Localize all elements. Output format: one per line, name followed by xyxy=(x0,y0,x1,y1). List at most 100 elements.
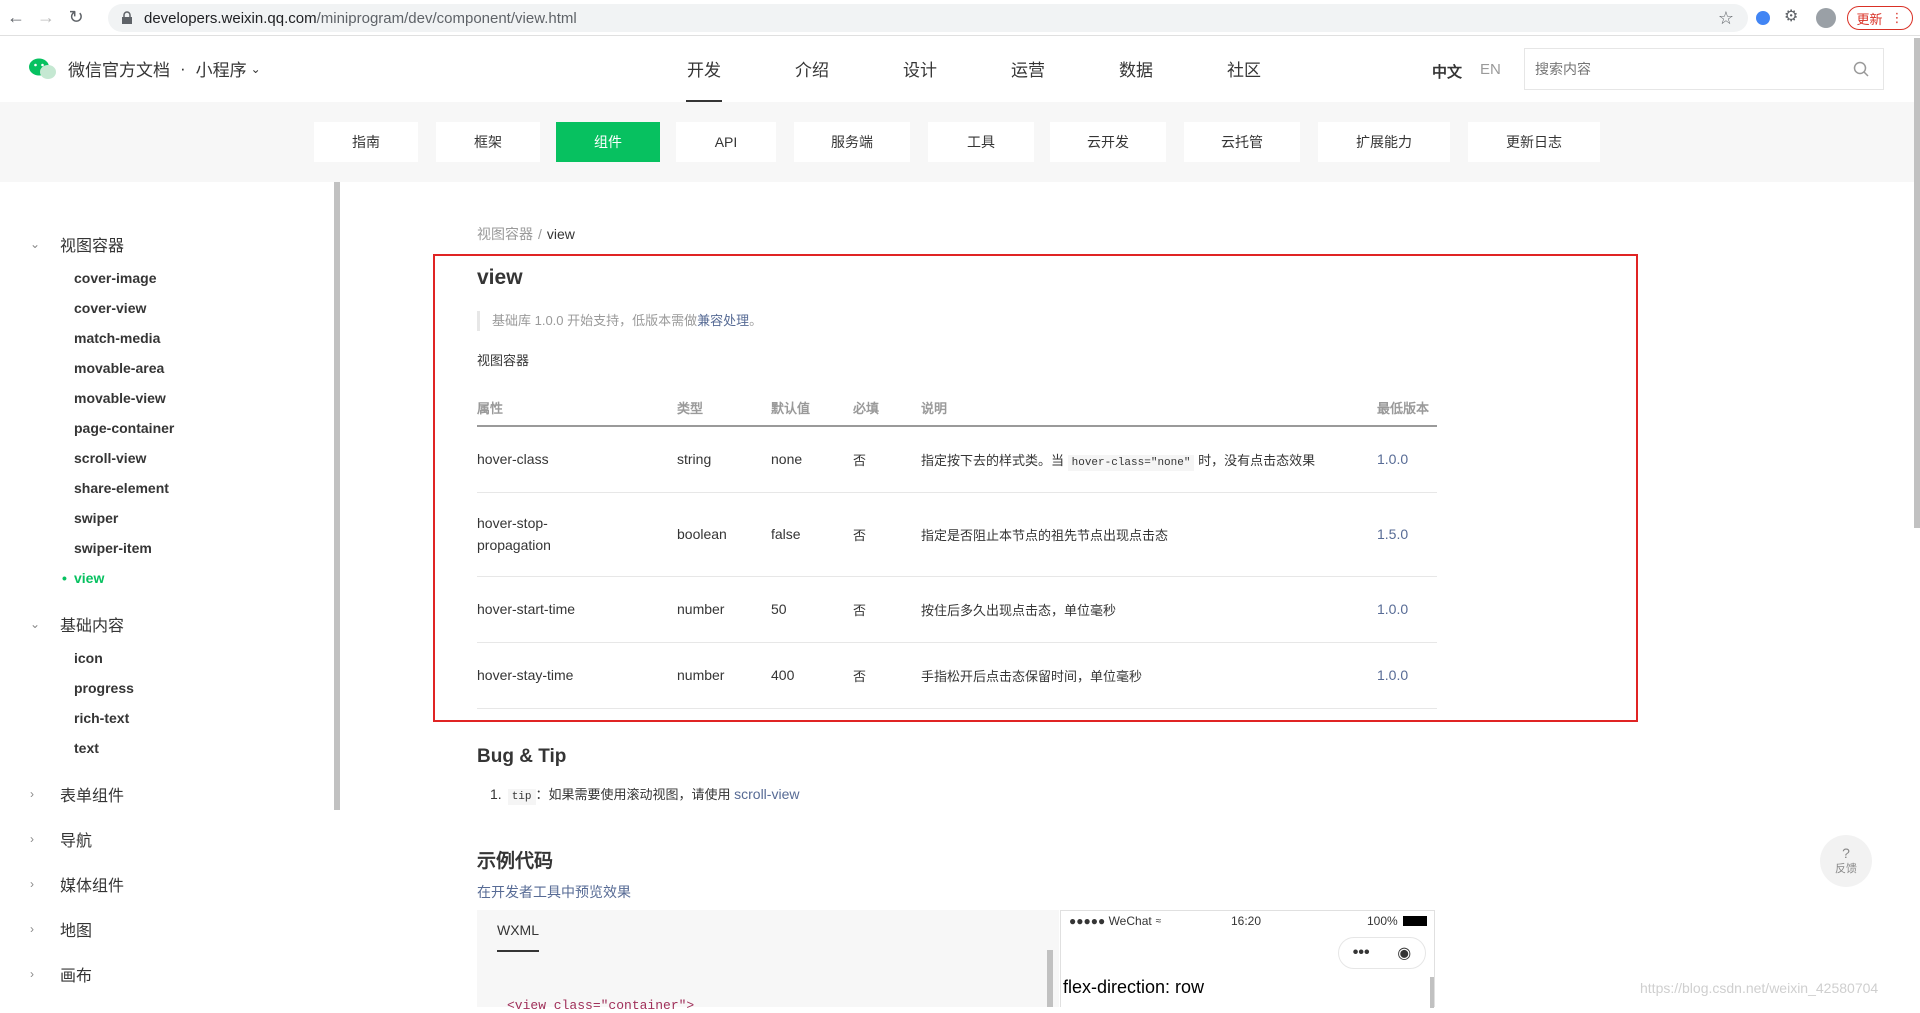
top-nav-community[interactable]: 社区 xyxy=(1190,36,1298,102)
compat-link[interactable]: 兼容处理 xyxy=(697,313,749,328)
column-header: 类型 xyxy=(677,390,771,427)
version-cell: 1.5.0 xyxy=(1377,492,1437,577)
sidebar: ⌄ 视图容器 cover-image cover-view match-media… xyxy=(0,182,340,1007)
search-box xyxy=(1524,48,1884,90)
desc-cell: 指定是否阻止本节点的祖先节点出现点击态 xyxy=(921,492,1377,577)
attr-cell: hover-class xyxy=(477,426,677,493)
lang-en-link[interactable]: EN xyxy=(1480,61,1501,78)
search-icon[interactable] xyxy=(1853,61,1869,77)
sidebar-item-movable-area[interactable]: movable-area xyxy=(74,360,164,376)
sidebar-item-movable-view[interactable]: movable-view xyxy=(74,390,166,406)
column-header: 必填 xyxy=(853,390,921,427)
phone-scrollbar[interactable] xyxy=(1430,977,1434,1008)
section-label: 基础内容 xyxy=(60,618,125,635)
sidebar-item-swiper-item[interactable]: swiper-item xyxy=(74,540,152,556)
section-label: 媒体组件 xyxy=(60,878,125,895)
column-header: 属性 xyxy=(477,390,677,427)
code-scrollbar[interactable] xyxy=(1047,950,1053,1007)
chevron-right-icon: › xyxy=(30,877,34,891)
phone-preview: ●●●●● WeChat ≈ 16:20 100% ••• ◉ flex-dir… xyxy=(1060,910,1435,1008)
bug-tip-heading: Bug & Tip xyxy=(477,746,567,767)
puzzle-extensions-icon[interactable]: ⚙ xyxy=(1784,6,1804,26)
attr-cell: hover-start-time xyxy=(477,576,677,643)
sidebar-item-progress[interactable]: progress xyxy=(74,680,134,696)
sidebar-scrollbar[interactable] xyxy=(334,182,340,810)
forward-arrow-icon[interactable]: → xyxy=(32,4,60,32)
subnav-components[interactable]: 组件 xyxy=(556,122,660,162)
subnav-changelog[interactable]: 更新日志 xyxy=(1468,122,1600,162)
sidebar-item-scroll-view[interactable]: scroll-view xyxy=(74,450,146,466)
breadcrumb-parent[interactable]: 视图容器 xyxy=(477,226,533,242)
section-label: 视图容器 xyxy=(60,238,125,255)
tip-text: ：如果需要使用滚动视图，请使用 xyxy=(535,787,735,802)
sidebar-item-match-media[interactable]: match-media xyxy=(74,330,160,346)
top-nav-design[interactable]: 设计 xyxy=(866,36,974,102)
version-cell: 1.0.0 xyxy=(1377,642,1437,709)
sidebar-item-view[interactable]: view xyxy=(62,570,105,586)
attr-cell: hover-stay-time xyxy=(477,642,677,709)
preview-in-devtools-link[interactable]: 在开发者工具中预览效果 xyxy=(477,882,631,902)
menu-dots-icon: ⋮ xyxy=(1890,10,1904,25)
top-nav-intro[interactable]: 介绍 xyxy=(758,36,866,102)
sidebar-item-text[interactable]: text xyxy=(74,740,99,756)
phone-status-bar: ●●●●● WeChat ≈ 16:20 100% xyxy=(1061,911,1434,931)
sidebar-item-share-element[interactable]: share-element xyxy=(74,480,169,496)
wechat-logo-icon xyxy=(29,58,56,79)
sidebar-section-map[interactable]: › 地图 xyxy=(30,917,92,941)
sidebar-item-icon[interactable]: icon xyxy=(74,650,103,666)
scroll-view-link[interactable]: scroll-view xyxy=(734,786,799,802)
feedback-button[interactable]: ? 反馈 xyxy=(1820,835,1872,887)
subnav-guide[interactable]: 指南 xyxy=(314,122,418,162)
breadcrumb: 视图容器 / view xyxy=(477,224,575,244)
site-logo[interactable]: 微信官方文档 · 小程序 ⌄ xyxy=(28,56,261,81)
url-host: developers.weixin.qq.com xyxy=(144,9,317,27)
lang-zh-link[interactable]: 中文 xyxy=(1432,61,1462,82)
back-arrow-icon[interactable]: ← xyxy=(2,4,30,32)
top-nav-data[interactable]: 数据 xyxy=(1082,36,1190,102)
inline-code: hover-class="none" xyxy=(1067,454,1195,471)
page-scrollbar[interactable] xyxy=(1914,38,1920,528)
sidebar-section-basic-content[interactable]: ⌄ 基础内容 xyxy=(30,612,124,636)
column-header: 默认值 xyxy=(771,390,853,427)
sidebar-section-view-containers[interactable]: ⌄ 视图容器 xyxy=(30,232,124,256)
type-cell: number xyxy=(677,576,771,643)
reload-icon[interactable]: ↻ xyxy=(62,4,90,32)
sidebar-section-media[interactable]: › 媒体组件 xyxy=(30,872,124,896)
chevron-down-icon: ⌄ xyxy=(30,237,41,251)
subnav-framework[interactable]: 框架 xyxy=(436,122,540,162)
sidebar-section-form[interactable]: › 表单组件 xyxy=(30,782,124,806)
subnav-cloud-hosting[interactable]: 云托管 xyxy=(1184,122,1300,162)
url-path: /miniprogram/dev/component/view.html xyxy=(316,9,577,27)
subnav-server[interactable]: 服务端 xyxy=(794,122,910,162)
example-heading: 示例代码 xyxy=(477,851,554,872)
sidebar-item-cover-image[interactable]: cover-image xyxy=(74,270,156,286)
browser-update-button[interactable]: 更新 ⋮ xyxy=(1847,6,1913,30)
sidebar-item-swiper[interactable]: swiper xyxy=(74,510,118,526)
more-dots-icon[interactable]: ••• xyxy=(1353,944,1370,962)
close-circle-icon[interactable]: ◉ xyxy=(1397,943,1411,963)
battery-icon xyxy=(1403,916,1427,926)
subnav-api[interactable]: API xyxy=(676,122,776,162)
column-header: 说明 xyxy=(921,390,1377,427)
update-label: 更新 xyxy=(1856,11,1883,27)
subnav-cloud-dev[interactable]: 云开发 xyxy=(1050,122,1166,162)
sidebar-item-cover-view[interactable]: cover-view xyxy=(74,300,146,316)
profile-avatar-icon[interactable] xyxy=(1816,8,1836,28)
sidebar-item-page-container[interactable]: page-container xyxy=(74,420,174,436)
subnav-extensions[interactable]: 扩展能力 xyxy=(1318,122,1450,162)
product-dropdown[interactable]: 小程序 ⌄ xyxy=(196,56,261,81)
sidebar-section-canvas[interactable]: › 画布 xyxy=(30,962,92,986)
sidebar-section-navigation[interactable]: › 导航 xyxy=(30,827,92,851)
top-nav-dev[interactable]: 开发 xyxy=(650,36,758,102)
top-nav-operations[interactable]: 运营 xyxy=(974,36,1082,102)
attr-cell: hover-stop-propagation xyxy=(477,492,677,577)
sidebar-item-rich-text[interactable]: rich-text xyxy=(74,710,129,726)
address-bar[interactable]: developers.weixin.qq.com/miniprogram/dev… xyxy=(108,4,1748,32)
search-input[interactable] xyxy=(1535,61,1835,77)
extension-blue-icon[interactable] xyxy=(1756,11,1770,25)
bookmark-star-icon[interactable]: ☆ xyxy=(1718,8,1734,29)
tab-wxml[interactable]: WXML xyxy=(497,922,539,952)
subnav-tools[interactable]: 工具 xyxy=(928,122,1034,162)
bug-tip-item: 1. tip ：如果需要使用滚动视图，请使用 scroll-view xyxy=(490,784,799,805)
desc-cell: 指定按下去的样式类。当 hover-class="none" 时，没有点击态效果 xyxy=(921,426,1377,493)
